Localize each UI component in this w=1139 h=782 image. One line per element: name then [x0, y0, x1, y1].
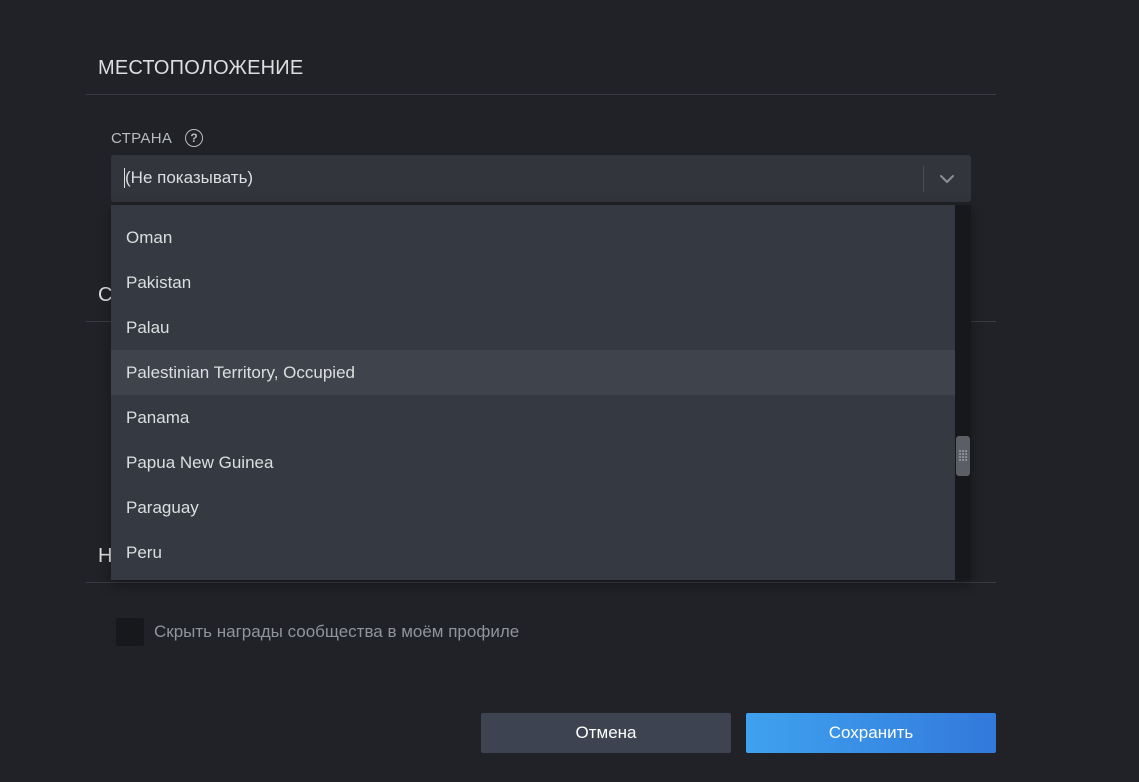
- country-dropdown-list: Oman Pakistan Palau Palestinian Territory, …: [111, 215, 955, 575]
- country-dropdown: Oman Pakistan Palau Palestinian Territory, …: [111, 205, 971, 580]
- dropdown-option[interactable]: Paraguay: [111, 485, 955, 530]
- hide-awards-label[interactable]: Скрыть награды сообщества в моём профиле: [154, 622, 519, 642]
- dropdown-option[interactable]: Palau: [111, 305, 955, 350]
- grip-icon: [959, 450, 967, 461]
- cancel-button[interactable]: Отмена: [481, 713, 731, 753]
- dropdown-scrollbar[interactable]: [955, 205, 971, 580]
- location-divider: [86, 94, 996, 95]
- hide-awards-checkbox[interactable]: [116, 618, 144, 646]
- country-field-label: СТРАНА ?: [111, 128, 204, 148]
- country-select-value: (Не показывать): [125, 168, 254, 187]
- hide-awards-row[interactable]: Скрыть награды сообщества в моём профиле: [116, 618, 519, 646]
- dropdown-option[interactable]: Pakistan: [111, 260, 955, 305]
- country-label-text: СТРАНА: [111, 129, 173, 147]
- select-separator: [923, 166, 924, 192]
- dropdown-option[interactable]: Peru: [111, 530, 955, 575]
- dropdown-option[interactable]: Papua New Guinea: [111, 440, 955, 485]
- dropdown-option[interactable]: Panama: [111, 395, 955, 440]
- awards-divider: [86, 582, 996, 583]
- help-icon[interactable]: ?: [185, 129, 204, 147]
- chevron-down-icon[interactable]: [938, 170, 956, 188]
- country-select[interactable]: (Не показывать): [111, 155, 971, 202]
- dropdown-option[interactable]: Oman: [111, 215, 955, 260]
- scrollbar-thumb[interactable]: [956, 436, 970, 476]
- dropdown-option[interactable]: Palestinian Territory, Occupied: [111, 350, 955, 395]
- save-button[interactable]: Сохранить: [746, 713, 996, 753]
- location-section-title: МЕСТОПОЛОЖЕНИЕ: [98, 57, 304, 79]
